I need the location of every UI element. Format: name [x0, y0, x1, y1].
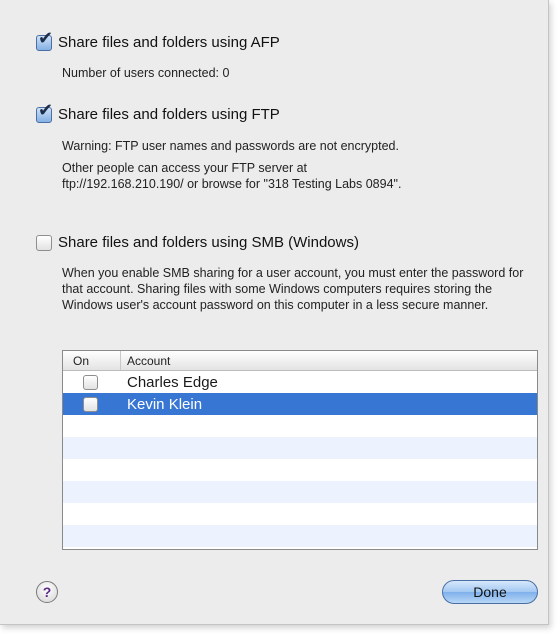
column-header-account[interactable]: Account	[121, 354, 170, 368]
row-on-cell	[63, 396, 121, 412]
afp-checkbox[interactable]: ✔	[36, 29, 53, 51]
afp-option[interactable]: ✔ Share files and folders using AFP	[36, 29, 280, 51]
ftp-access-line2: ftp://192.168.210.190/ or browse for "31…	[62, 177, 402, 191]
empty-row	[63, 525, 537, 547]
ftp-checkbox[interactable]: ✔	[36, 101, 53, 123]
account-name: Charles Edge	[127, 373, 218, 391]
smb-notes: When you enable SMB sharing for a user a…	[62, 265, 540, 313]
checkmark-icon: ✔	[38, 27, 54, 49]
empty-row	[63, 437, 537, 459]
afp-users-connected: Number of users connected: 0	[62, 66, 230, 80]
smb-option[interactable]: Share files and folders using SMB (Windo…	[36, 234, 359, 251]
row-on-cell	[63, 374, 121, 390]
smb-checkbox[interactable]	[36, 234, 52, 251]
ftp-notes: Warning: FTP user names and passwords ar…	[62, 138, 540, 192]
column-header-on[interactable]: On	[63, 351, 121, 370]
ftp-access-info: Other people can access your FTP server …	[62, 160, 540, 192]
empty-row	[63, 459, 537, 481]
account-enable-checkbox[interactable]	[83, 396, 98, 412]
empty-row	[63, 503, 537, 525]
table-row-selected[interactable]: Kevin Klein	[63, 393, 537, 415]
ftp-warning: Warning: FTP user names and passwords ar…	[62, 139, 399, 153]
ftp-access-line1: Other people can access your FTP server …	[62, 161, 308, 175]
table-row[interactable]: Charles Edge	[63, 371, 537, 393]
help-button[interactable]: ?	[36, 581, 58, 603]
empty-row	[63, 415, 537, 437]
afp-status: Number of users connected: 0	[62, 65, 540, 81]
file-sharing-options-sheet: ✔ Share files and folders using AFP Numb…	[0, 0, 549, 625]
account-name: Kevin Klein	[127, 395, 203, 413]
done-button[interactable]: Done	[442, 580, 538, 604]
afp-label: Share files and folders using AFP	[58, 34, 280, 51]
ftp-label: Share files and folders using FTP	[58, 106, 280, 123]
smb-label: Share files and folders using SMB (Windo…	[58, 234, 359, 251]
empty-row	[63, 481, 537, 503]
question-mark-icon: ?	[42, 584, 52, 600]
smb-description: When you enable SMB sharing for a user a…	[62, 266, 524, 312]
accounts-table[interactable]: On Account Charles Edge Kevin Klein	[62, 350, 538, 550]
checkmark-icon: ✔	[38, 99, 54, 121]
ftp-option[interactable]: ✔ Share files and folders using FTP	[36, 101, 280, 123]
account-enable-checkbox[interactable]	[83, 374, 98, 390]
table-header: On Account	[63, 351, 537, 371]
